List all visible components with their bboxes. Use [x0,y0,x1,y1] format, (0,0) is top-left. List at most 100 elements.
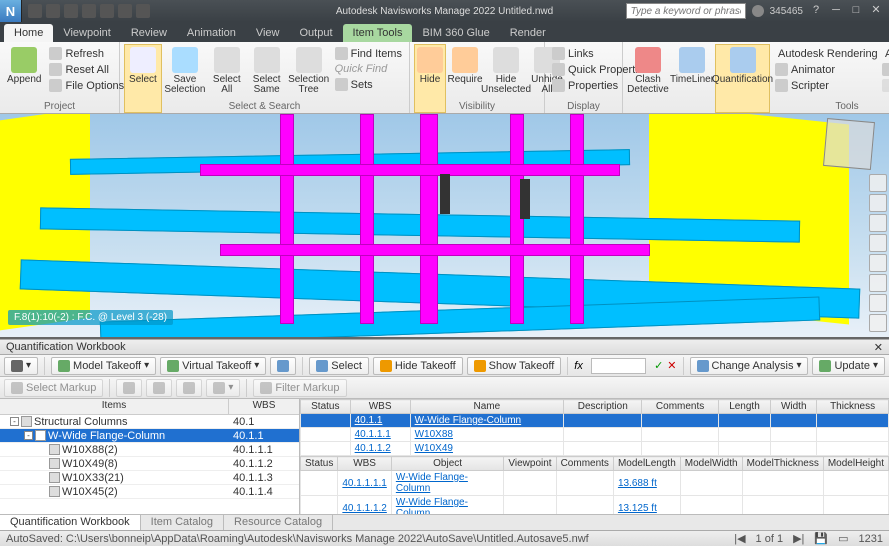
grid-button[interactable] [146,379,172,397]
fx-cancel-icon[interactable]: ✕ [667,359,676,372]
grid-objects[interactable]: StatusWBSObjectViewpointCommentsModelLen… [300,456,889,514]
app-logo[interactable]: N [0,0,22,22]
navigate-button[interactable] [270,357,296,375]
sheet-nav-last-icon[interactable]: ▶| [793,532,804,545]
grid-col[interactable]: ModelHeight [823,457,888,471]
tab-output[interactable]: Output [290,24,343,42]
compare-button[interactable]: Compare [879,78,889,93]
grid-col[interactable]: Viewpoint [504,457,556,471]
add-row-button[interactable] [116,379,142,397]
refresh-button[interactable]: Refresh [46,46,127,61]
tree-col-items[interactable]: Items [0,399,229,414]
autodesk-rendering-button[interactable]: Autodesk Rendering [772,46,877,61]
grid-row[interactable]: 40.1.1.1W10X88 [301,428,889,442]
change-analysis-button[interactable]: Change Analysis▾ [690,357,809,375]
disk-icon[interactable]: 💾 [814,532,828,545]
virtual-takeoff-button[interactable]: Virtual Takeoff▾ [160,357,266,375]
fx-accept-icon[interactable]: ✓ [654,359,663,372]
tab-view[interactable]: View [246,24,290,42]
nav-pan-icon[interactable] [869,194,887,212]
grid-col[interactable]: WBS [350,400,410,414]
memory-icon[interactable]: ▭ [838,532,848,545]
select-markup-button[interactable]: Select Markup [4,379,103,397]
hide-takeoff-button[interactable]: Hide Takeoff [373,357,463,375]
minimize-button[interactable]: ─ [829,4,843,18]
tree-row[interactable]: W10X88(2)40.1.1.1 [0,443,299,457]
grid-col[interactable]: Comments [556,457,613,471]
close-button[interactable]: ✕ [869,4,883,18]
find-items-button[interactable]: Find Items [332,46,405,61]
help-search-input[interactable] [626,3,746,19]
grid-col[interactable]: WBS [338,457,391,471]
grid-col[interactable]: ModelWidth [680,457,742,471]
tab-viewpoint[interactable]: Viewpoint [53,24,121,42]
qat-select-icon[interactable] [136,4,150,18]
viewpoint-button[interactable] [176,379,202,397]
tree-col-wbs[interactable]: WBS [229,399,299,414]
user-icon[interactable] [752,5,764,17]
grid-col[interactable]: ModelLength [613,457,680,471]
grid-items[interactable]: StatusWBSNameDescriptionCommentsLengthWi… [300,399,889,456]
maximize-button[interactable]: □ [849,4,863,18]
select-takeoff-button[interactable]: Select [309,357,369,375]
nav-walk-icon[interactable] [869,274,887,292]
grid-col[interactable]: Status [301,400,351,414]
help-icon[interactable]: ? [809,4,823,18]
grid-col[interactable]: Name [410,400,563,414]
grid-col[interactable]: Status [301,457,338,471]
qw-close-button[interactable]: ✕ [874,341,883,354]
sheet-nav-first-icon[interactable]: |◀ [734,532,745,545]
nav-select-icon[interactable] [869,314,887,332]
qwtab-item-catalog[interactable]: Item Catalog [141,515,224,530]
appearance-profiler-button[interactable]: Appearance Profiler [879,46,889,61]
tree-row[interactable]: W10X45(2)40.1.1.4 [0,485,299,499]
tab-review[interactable]: Review [121,24,177,42]
grid-col[interactable]: Description [564,400,642,414]
tree-row[interactable]: -W-Wide Flange-Column40.1.1 [0,429,299,443]
qat-new-icon[interactable] [28,4,42,18]
grid-row[interactable]: 40.1.1.2W10X49 [301,442,889,456]
nav-fly-icon[interactable] [869,294,887,312]
nav-zoom-icon[interactable] [869,214,887,232]
pick-button[interactable]: ▾ [4,357,38,375]
reset-all-button[interactable]: Reset All [46,62,127,77]
grid-col[interactable]: Width [771,400,817,414]
grid-col[interactable]: Comments [642,400,718,414]
grid-col[interactable]: Thickness [817,400,889,414]
formula-input[interactable] [591,358,646,374]
scripter-button[interactable]: Scripter [772,78,877,93]
tab-bim360[interactable]: BIM 360 Glue [412,24,499,42]
tab-render[interactable]: Render [500,24,556,42]
file-options-button[interactable]: File Options [46,78,127,93]
animator-button[interactable]: Animator [772,62,877,77]
nav-wheel-icon[interactable] [869,174,887,192]
nav-look-icon[interactable] [869,254,887,272]
qat-undo-icon[interactable] [100,4,114,18]
tree-row[interactable]: -Structural Columns40.1 [0,415,299,429]
grid-col[interactable]: Length [718,400,771,414]
filter-markup-button[interactable]: Filter Markup [253,379,346,397]
tab-item-tools[interactable]: Item Tools [343,24,413,42]
qwtab-workbook[interactable]: Quantification Workbook [0,515,141,530]
tree-row[interactable]: W10X33(21)40.1.1.3 [0,471,299,485]
qat-redo-icon[interactable] [118,4,132,18]
tree-row[interactable]: W10X49(8)40.1.1.2 [0,457,299,471]
sheets-button[interactable]: ▾ [206,379,240,397]
qat-print-icon[interactable] [82,4,96,18]
quick-find-input[interactable]: Quick Find [332,62,405,76]
show-takeoff-button[interactable]: Show Takeoff [467,357,562,375]
grid-row[interactable]: 40.1.1.1.2W-Wide Flange-Column13.125 ft [301,496,889,515]
grid-col[interactable]: ModelThickness [742,457,823,471]
nav-orbit-icon[interactable] [869,234,887,252]
batch-utility-button[interactable]: Batch Utility [879,62,889,77]
grid-row[interactable]: 40.1.1W-Wide Flange-Column [301,414,889,428]
grid-col[interactable]: Object [391,457,504,471]
qat-save-icon[interactable] [64,4,78,18]
grid-row[interactable]: 40.1.1.1.1W-Wide Flange-Column13.688 ft [301,471,889,496]
qwtab-resource-catalog[interactable]: Resource Catalog [224,515,333,530]
tab-home[interactable]: Home [4,24,53,42]
qat-open-icon[interactable] [46,4,60,18]
tab-animation[interactable]: Animation [177,24,246,42]
sets-button[interactable]: Sets [332,77,405,92]
update-button[interactable]: Update▾ [812,357,885,375]
